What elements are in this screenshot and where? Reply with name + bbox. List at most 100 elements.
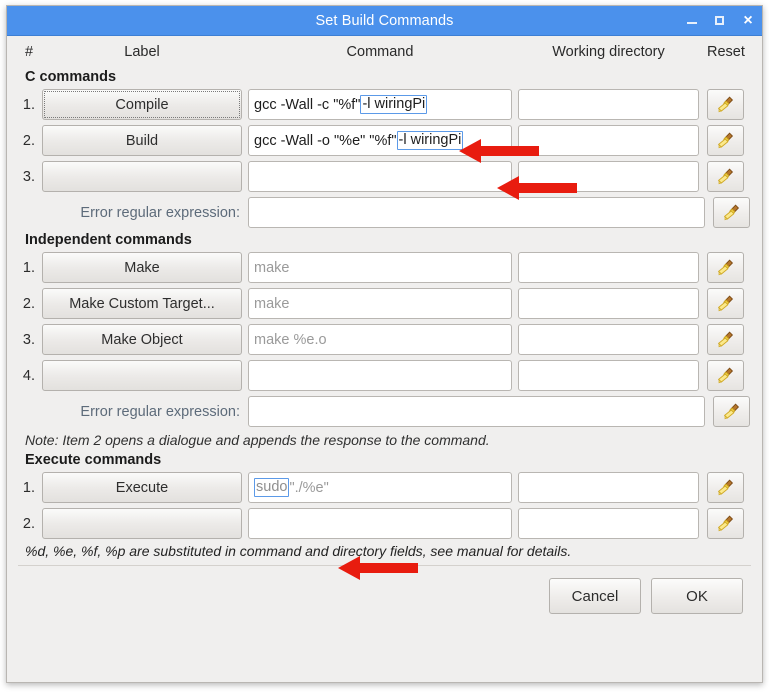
placeholder-text: make %e.o [254,331,327,348]
c-reset-button-1[interactable] [707,89,744,120]
section-title-c-commands: C commands [25,69,117,85]
c-command-input-2[interactable]: gcc -Wall -o "%e" "%f" -l wiringPi [248,125,512,156]
command-cell: make [248,288,512,319]
section-title-independent-commands: Independent commands [25,232,192,248]
label-cell [42,360,242,391]
row-number: 2. [22,132,35,149]
c-label-button-2[interactable]: Build [42,125,242,156]
cancel-button[interactable]: Cancel [549,578,641,614]
command-text-static: gcc -Wall -c "%f" [254,96,361,113]
c-command-row-1: 1. Compile gcc -Wall -c "%f" -l wiringPi [16,88,753,121]
execute-command-row-2: 2. [16,507,753,540]
header-command: Command [346,43,414,60]
c-reset-button-3[interactable] [707,161,744,192]
independent-error-regex-row: Error regular expression: [16,395,753,428]
independent-command-input-2[interactable]: make [248,288,512,319]
dialog-content: # Label Command Working directory Reset … [7,36,762,682]
independent-directory-input-3[interactable] [518,324,699,355]
row-number: 1. [22,96,35,113]
independent-command-input-3[interactable]: make %e.o [248,324,512,355]
reset-cell [707,508,744,539]
placeholder-text: "./%e" [289,479,329,496]
window-controls: × [685,6,755,35]
broom-icon [723,403,740,420]
c-command-input-3[interactable] [248,161,512,192]
section-title-execute-commands: Execute commands [25,452,162,468]
directory-cell [518,252,699,283]
independent-error-regex-input[interactable] [248,396,705,427]
independent-error-regex-reset-button[interactable] [713,396,750,427]
directory-cell [518,288,699,319]
c-error-regex-input[interactable] [248,197,705,228]
directory-cell [518,89,699,120]
placeholder-text: make [254,295,290,312]
execute-command-input-2[interactable] [248,508,512,539]
directory-cell [518,324,699,355]
minimize-icon[interactable] [685,13,700,28]
reset-cell [707,252,744,283]
execute-command-row-1: 1. Execute sudo "./%e" [16,471,753,504]
execute-directory-input-2[interactable] [518,508,699,539]
c-error-regex-label: Error regular expression: [80,204,240,221]
reset-cell [707,472,744,503]
c-label-button-3[interactable] [42,161,242,192]
c-label-button-1[interactable]: Compile [42,89,242,120]
c-directory-input-1[interactable] [518,89,699,120]
maximize-icon[interactable] [713,13,728,28]
error-regex-cell [248,197,705,228]
ok-button[interactable]: OK [651,578,743,614]
header-working-directory: Working directory [552,43,665,60]
label-cell: Compile [42,89,242,120]
broom-icon [717,295,734,312]
directory-cell [518,508,699,539]
c-reset-button-2[interactable] [707,125,744,156]
row-number: 1. [22,259,35,276]
row-number: 2. [22,295,35,312]
header-label: Label [124,43,160,60]
command-cell: make %e.o [248,324,512,355]
label-cell: Build [42,125,242,156]
independent-directory-input-1[interactable] [518,252,699,283]
label-cell: Make [42,252,242,283]
footer-divider [18,565,751,566]
directory-cell [518,360,699,391]
execute-reset-button-1[interactable] [707,472,744,503]
command-text-static: gcc -Wall -o "%e" "%f" [254,132,397,149]
independent-reset-button-3[interactable] [707,324,744,355]
label-cell: Execute [42,472,242,503]
command-text-highlight: -l wiringPi [396,130,464,151]
independent-error-regex-label: Error regular expression: [80,403,240,420]
independent-label-button-1[interactable]: Make [42,252,242,283]
c-command-input-1[interactable]: gcc -Wall -c "%f" -l wiringPi [248,89,512,120]
close-icon[interactable]: × [741,13,755,29]
directory-cell [518,125,699,156]
independent-directory-input-2[interactable] [518,288,699,319]
independent-command-input-1[interactable]: make [248,252,512,283]
execute-directory-input-1[interactable] [518,472,699,503]
independent-reset-button-4[interactable] [707,360,744,391]
broom-icon [717,96,734,113]
label-cell: Make Object [42,324,242,355]
dialog-action-bar: Cancel OK [16,578,753,614]
substitution-footnote: %d, %e, %f, %p are substituted in comman… [25,543,572,559]
execute-command-input-1[interactable]: sudo "./%e" [248,472,512,503]
independent-label-button-3[interactable]: Make Object [42,324,242,355]
independent-reset-button-1[interactable] [707,252,744,283]
command-text-highlight: sudo [254,477,290,498]
command-cell [248,161,512,192]
independent-reset-button-2[interactable] [707,288,744,319]
c-directory-input-3[interactable] [518,161,699,192]
c-directory-input-2[interactable] [518,125,699,156]
independent-command-input-4[interactable] [248,360,512,391]
broom-icon [723,204,740,221]
broom-icon [717,132,734,149]
execute-label-button-1[interactable]: Execute [42,472,242,503]
execute-label-button-2[interactable] [42,508,242,539]
c-error-regex-reset-button[interactable] [713,197,750,228]
row-number: 4. [22,367,35,384]
independent-label-button-4[interactable] [42,360,242,391]
independent-directory-input-4[interactable] [518,360,699,391]
c-error-regex-row: Error regular expression: [16,196,753,229]
independent-label-button-2[interactable]: Make Custom Target... [42,288,242,319]
execute-reset-button-2[interactable] [707,508,744,539]
